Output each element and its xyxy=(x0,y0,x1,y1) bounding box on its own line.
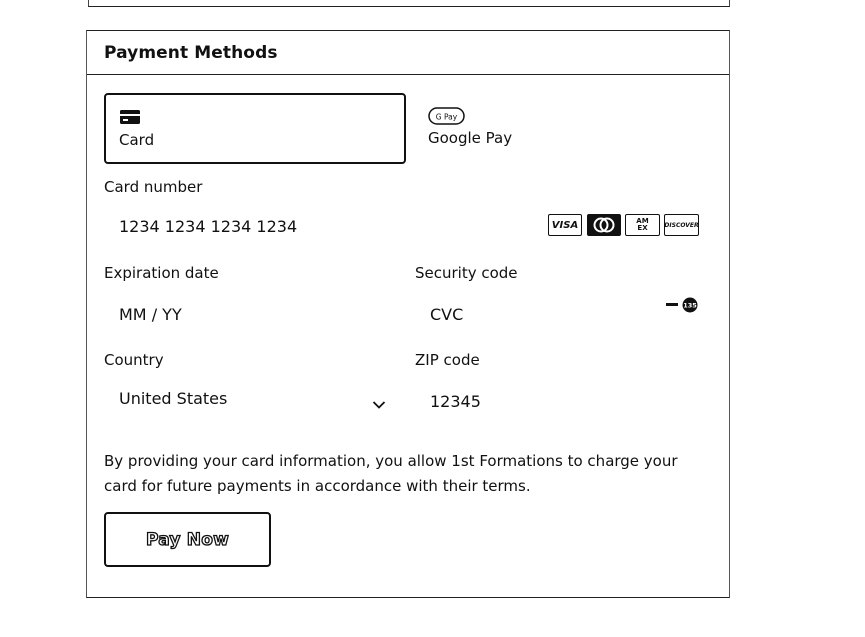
gpay-badge-text: G Pay xyxy=(436,113,458,122)
discover-icon: DISCOVER xyxy=(664,214,699,236)
panel-header: Payment Methods xyxy=(87,31,729,75)
security-code-label: Security code xyxy=(415,264,518,282)
cvc-info-icon: 135 xyxy=(665,296,701,318)
card-number-input[interactable] xyxy=(119,215,499,237)
visa-icon: VISA xyxy=(548,214,582,236)
zip-code-label: ZIP code xyxy=(415,351,480,369)
amex-icon: AM EX xyxy=(625,214,660,236)
authorization-notice: By providing your card information, you … xyxy=(104,452,678,495)
expiration-date-input[interactable] xyxy=(119,303,379,325)
country-label: Country xyxy=(104,351,164,369)
country-select[interactable]: United States xyxy=(104,383,394,417)
cvc-icon-text: 135 xyxy=(683,302,697,310)
credit-card-icon xyxy=(119,109,141,129)
expiration-date-label: Expiration date xyxy=(104,264,219,282)
google-pay-icon: G Pay xyxy=(428,106,466,130)
mastercard-icon xyxy=(587,214,621,236)
zip-code-input[interactable] xyxy=(430,390,690,412)
payment-methods-panel: Payment Methods Card G Pay Google Pay Ca… xyxy=(86,30,730,598)
method-label-google-pay: Google Pay xyxy=(428,129,513,147)
security-code-input[interactable] xyxy=(430,303,630,325)
payment-method-card[interactable]: Card xyxy=(104,93,406,164)
method-label-card: Card xyxy=(119,131,155,149)
discover-text: DISCOVER xyxy=(664,221,699,229)
visa-text: VISA xyxy=(551,219,579,231)
chevron-down-icon xyxy=(372,395,386,414)
country-value: United States xyxy=(119,389,228,408)
previous-panel xyxy=(88,0,730,7)
pay-now-button[interactable]: Pay Now xyxy=(104,512,271,567)
panel-title: Payment Methods xyxy=(104,43,278,63)
amex-text: AM EX xyxy=(630,218,655,232)
card-number-label: Card number xyxy=(104,178,203,196)
payment-method-google-pay[interactable]: G Pay Google Pay xyxy=(427,93,717,160)
